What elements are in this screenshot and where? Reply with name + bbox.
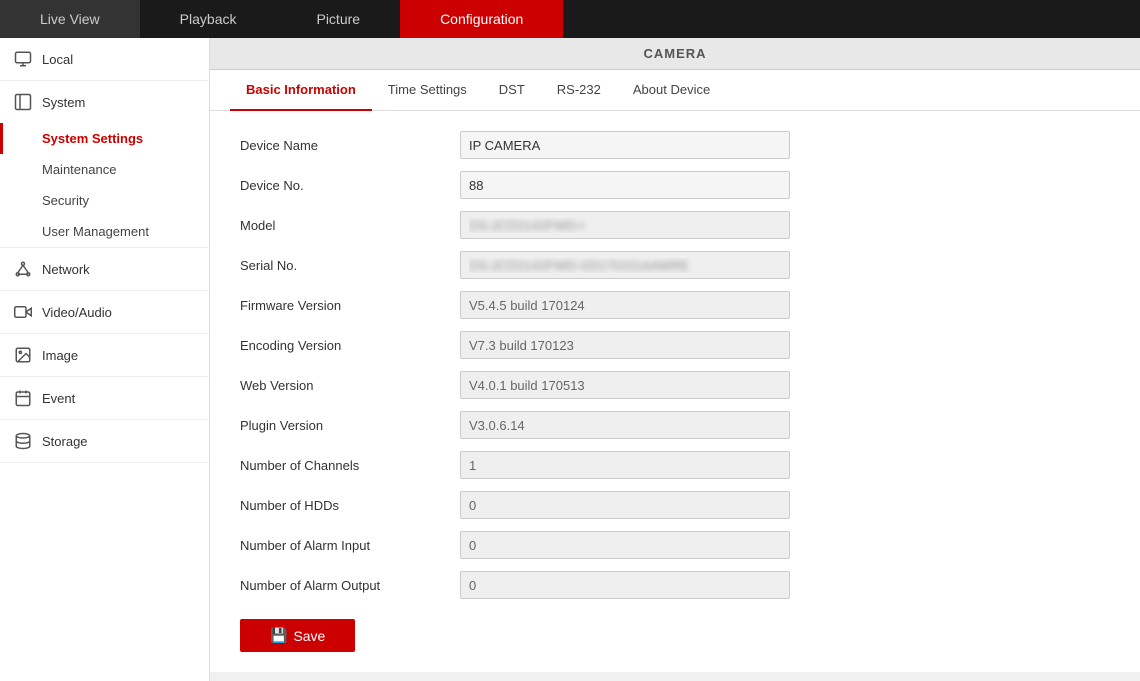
local-label: Local bbox=[42, 52, 73, 67]
system-icon bbox=[12, 91, 34, 113]
form-row-encoding-version: Encoding Version bbox=[240, 331, 1110, 359]
storage-label: Storage bbox=[42, 434, 88, 449]
form-row-number-of-hdds: Number of HDDs bbox=[240, 491, 1110, 519]
label-firmware-version: Firmware Version bbox=[240, 298, 460, 313]
sidebar-item-storage[interactable]: Storage bbox=[0, 420, 209, 462]
form-row-number-of-channels: Number of Channels bbox=[240, 451, 1110, 479]
nav-configuration[interactable]: Configuration bbox=[400, 0, 563, 38]
label-web-version: Web Version bbox=[240, 378, 460, 393]
nav-playback[interactable]: Playback bbox=[140, 0, 277, 38]
form-row-serial-no: Serial No. bbox=[240, 251, 1110, 279]
sidebar-group-video-audio: Video/Audio bbox=[0, 291, 209, 334]
top-nav: Live View Playback Picture Configuration bbox=[0, 0, 1140, 38]
input-firmware-version bbox=[460, 291, 790, 319]
sidebar-item-system[interactable]: System bbox=[0, 81, 209, 123]
input-number-of-alarm-input bbox=[460, 531, 790, 559]
input-number-of-channels bbox=[460, 451, 790, 479]
form-row-plugin-version: Plugin Version bbox=[240, 411, 1110, 439]
label-number-of-alarm-input: Number of Alarm Input bbox=[240, 538, 460, 553]
input-device-no[interactable] bbox=[460, 171, 790, 199]
label-device-no: Device No. bbox=[240, 178, 460, 193]
form-container: Device Name Device No. Model Serial No. … bbox=[210, 111, 1140, 672]
video-audio-label: Video/Audio bbox=[42, 305, 112, 320]
tabs-bar: Basic Information Time Settings DST RS-2… bbox=[210, 70, 1140, 111]
label-number-of-hdds: Number of HDDs bbox=[240, 498, 460, 513]
nav-picture[interactable]: Picture bbox=[276, 0, 400, 38]
network-icon bbox=[12, 258, 34, 280]
input-plugin-version bbox=[460, 411, 790, 439]
form-row-number-of-alarm-input: Number of Alarm Input bbox=[240, 531, 1110, 559]
sidebar-item-image[interactable]: Image bbox=[0, 334, 209, 376]
tab-rs-232[interactable]: RS-232 bbox=[541, 70, 617, 111]
input-serial-no bbox=[460, 251, 790, 279]
save-icon: 💾 bbox=[270, 627, 287, 644]
tab-about-device[interactable]: About Device bbox=[617, 70, 726, 111]
camera-header: CAMERA bbox=[210, 38, 1140, 70]
tab-time-settings[interactable]: Time Settings bbox=[372, 70, 483, 111]
sidebar-item-video-audio[interactable]: Video/Audio bbox=[0, 291, 209, 333]
sidebar-group-image: Image bbox=[0, 334, 209, 377]
image-label: Image bbox=[42, 348, 78, 363]
form-row-number-of-alarm-output: Number of Alarm Output bbox=[240, 571, 1110, 599]
main-content: CAMERA Basic Information Time Settings D… bbox=[210, 38, 1140, 681]
label-number-of-channels: Number of Channels bbox=[240, 458, 460, 473]
event-label: Event bbox=[42, 391, 75, 406]
network-label: Network bbox=[42, 262, 90, 277]
input-number-of-alarm-output bbox=[460, 571, 790, 599]
label-model: Model bbox=[240, 218, 460, 233]
sidebar-group-local: Local bbox=[0, 38, 209, 81]
save-label: Save bbox=[293, 628, 325, 644]
form-row-firmware-version: Firmware Version bbox=[240, 291, 1110, 319]
form-row-model: Model bbox=[240, 211, 1110, 239]
input-web-version bbox=[460, 371, 790, 399]
save-button[interactable]: 💾 Save bbox=[240, 619, 355, 652]
sidebar-item-system-settings[interactable]: System Settings bbox=[0, 123, 209, 154]
tab-dst[interactable]: DST bbox=[483, 70, 541, 111]
label-plugin-version: Plugin Version bbox=[240, 418, 460, 433]
form-row-web-version: Web Version bbox=[240, 371, 1110, 399]
main-layout: Local System System Settings Maintenance… bbox=[0, 38, 1140, 681]
label-number-of-alarm-output: Number of Alarm Output bbox=[240, 578, 460, 593]
sidebar-group-event: Event bbox=[0, 377, 209, 420]
input-number-of-hdds bbox=[460, 491, 790, 519]
label-device-name: Device Name bbox=[240, 138, 460, 153]
sidebar: Local System System Settings Maintenance… bbox=[0, 38, 210, 681]
tab-basic-information[interactable]: Basic Information bbox=[230, 70, 372, 111]
video-icon bbox=[12, 301, 34, 323]
input-encoding-version bbox=[460, 331, 790, 359]
image-icon bbox=[12, 344, 34, 366]
sidebar-item-user-management[interactable]: User Management bbox=[0, 216, 209, 247]
event-icon bbox=[12, 387, 34, 409]
sidebar-item-local[interactable]: Local bbox=[0, 38, 209, 80]
sidebar-item-event[interactable]: Event bbox=[0, 377, 209, 419]
sidebar-group-storage: Storage bbox=[0, 420, 209, 463]
nav-live-view[interactable]: Live View bbox=[0, 0, 140, 38]
system-label: System bbox=[42, 95, 85, 110]
form-row-device-name: Device Name bbox=[240, 131, 1110, 159]
label-serial-no: Serial No. bbox=[240, 258, 460, 273]
input-device-name[interactable] bbox=[460, 131, 790, 159]
sidebar-group-network: Network bbox=[0, 248, 209, 291]
sidebar-item-security[interactable]: Security bbox=[0, 185, 209, 216]
sidebar-item-maintenance[interactable]: Maintenance bbox=[0, 154, 209, 185]
storage-icon bbox=[12, 430, 34, 452]
sidebar-item-network[interactable]: Network bbox=[0, 248, 209, 290]
label-encoding-version: Encoding Version bbox=[240, 338, 460, 353]
sidebar-group-system: System System Settings Maintenance Secur… bbox=[0, 81, 209, 248]
input-model bbox=[460, 211, 790, 239]
monitor-icon bbox=[12, 48, 34, 70]
form-row-device-no: Device No. bbox=[240, 171, 1110, 199]
